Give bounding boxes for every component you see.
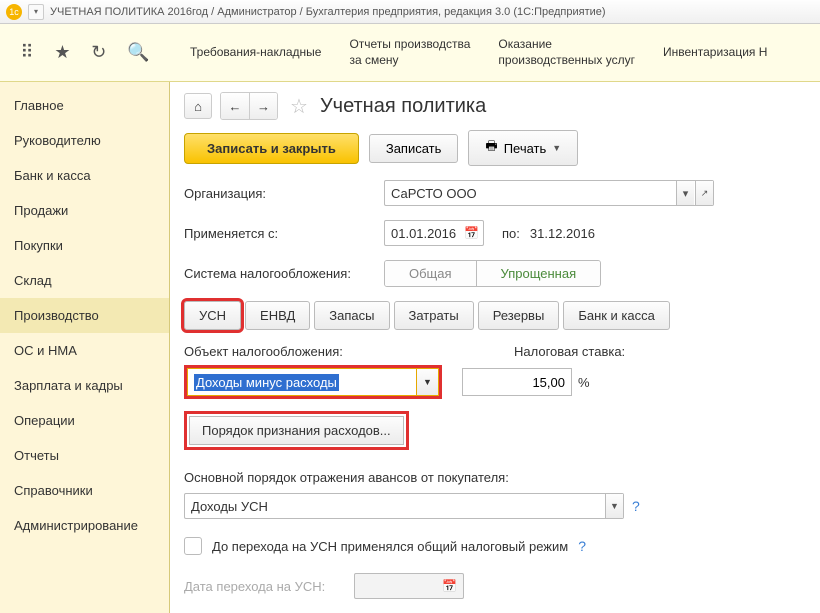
nav-back-forward: ← → — [220, 92, 278, 120]
print-label: Печать — [504, 141, 547, 156]
sidebar-item-assets[interactable]: ОС и НМА — [0, 333, 169, 368]
avans-value: Доходы УСН — [191, 499, 268, 514]
pre-usn-label: До перехода на УСН применялся общий нало… — [212, 539, 568, 554]
tax-object-selected: Доходы минус расходы — [194, 374, 339, 391]
page-title: Учетная политика — [320, 95, 486, 118]
home-button[interactable]: ⌂ — [184, 93, 212, 119]
history-icon[interactable]: ↻ — [91, 42, 106, 63]
org-external-icon[interactable]: ↗ — [695, 181, 713, 205]
action-row: Записать и закрыть Записать 🖶 Печать ▼ — [184, 130, 806, 166]
tax-rate-input[interactable] — [462, 368, 572, 396]
sidebar-item-payroll[interactable]: Зарплата и кадры — [0, 368, 169, 403]
tax-object-value: Доходы минус расходы — [187, 368, 417, 396]
app-icon: 1c — [6, 4, 22, 20]
taxsys-segment: Общая Упрощенная — [384, 260, 601, 287]
tab-row: УСН ЕНВД Запасы Затраты Резервы Банк и к… — [184, 301, 806, 330]
tab-bank[interactable]: Банк и касса — [563, 301, 670, 330]
org-label: Организация: — [184, 186, 374, 201]
trans-date-input: 📅 — [354, 573, 464, 599]
sidebar-item-manager[interactable]: Руководителю — [0, 123, 169, 158]
printer-icon: 🖶 — [485, 137, 497, 159]
calendar-icon-2: 📅 — [442, 579, 457, 593]
favorite-icon[interactable]: ★ — [54, 42, 70, 63]
date-from-input[interactable]: 01.01.2016 📅 — [384, 220, 484, 246]
main-panel: ⌂ ← → ☆ Учетная политика Записать и закр… — [170, 82, 820, 613]
avans-label: Основной порядок отражения авансов от по… — [184, 470, 806, 485]
help-icon[interactable]: ? — [632, 498, 640, 514]
taxsys-simple[interactable]: Упрощенная — [476, 261, 601, 286]
sidebar-item-catalogs[interactable]: Справочники — [0, 473, 169, 508]
link-inventory[interactable]: Инвентаризация Н — [663, 45, 767, 61]
tab-reserves[interactable]: Резервы — [478, 301, 560, 330]
trans-date-label: Дата перехода на УСН: — [184, 579, 344, 594]
date-from-value: 01.01.2016 — [391, 226, 456, 241]
percent-label: % — [578, 375, 590, 390]
sidebar-item-warehouse[interactable]: Склад — [0, 263, 169, 298]
save-button[interactable]: Записать — [369, 134, 459, 163]
tab-stock[interactable]: Запасы — [314, 301, 389, 330]
back-button[interactable]: ← — [221, 93, 249, 119]
search-icon[interactable]: 🔍 — [127, 42, 149, 63]
sidebar-item-main[interactable]: Главное — [0, 88, 169, 123]
link-prod-reports[interactable]: Отчеты производства за смену — [349, 37, 470, 68]
star-icon[interactable]: ☆ — [290, 94, 308, 119]
titlebar-dropdown[interactable]: ▾ — [28, 4, 44, 20]
tax-object-combo[interactable]: Доходы минус расходы ▼ — [184, 365, 442, 399]
apps-icon[interactable]: ⠿ — [20, 42, 33, 63]
sidebar-item-sales[interactable]: Продажи — [0, 193, 169, 228]
tab-envd[interactable]: ЕНВД — [245, 301, 310, 330]
applies-label: Применяется с: — [184, 226, 374, 241]
date-to-value: 31.12.2016 — [530, 226, 595, 241]
sidebar-item-operations[interactable]: Операции — [0, 403, 169, 438]
sidebar-item-production[interactable]: Производство — [0, 298, 169, 333]
chevron-down-icon: ▼ — [552, 143, 561, 153]
link-requirements[interactable]: Требования-накладные — [190, 45, 321, 61]
obj-label: Объект налогообложения: — [184, 344, 474, 359]
sidebar-item-admin[interactable]: Администрирование — [0, 508, 169, 543]
help-icon-2[interactable]: ? — [578, 538, 586, 554]
expense-order-button[interactable]: Порядок признания расходов... — [189, 416, 404, 445]
avans-combo[interactable]: Доходы УСН ▼ — [184, 493, 624, 519]
print-button[interactable]: 🖶 Печать ▼ — [468, 130, 578, 166]
taxsys-common[interactable]: Общая — [385, 261, 476, 286]
org-open-icon[interactable]: ▾ — [676, 181, 694, 205]
sidebar-item-purchases[interactable]: Покупки — [0, 228, 169, 263]
avans-dropdown-icon[interactable]: ▼ — [605, 494, 623, 518]
expense-order-highlight: Порядок признания расходов... — [184, 411, 409, 450]
top-toolbar: ⠿ ★ ↻ 🔍 Требования-накладные Отчеты прои… — [0, 24, 820, 82]
sidebar: Главное Руководителю Банк и касса Продаж… — [0, 82, 170, 613]
tab-costs[interactable]: Затраты — [394, 301, 474, 330]
page-nav: ⌂ ← → ☆ Учетная политика — [184, 92, 806, 120]
calendar-icon[interactable]: 📅 — [464, 226, 479, 240]
taxsys-label: Система налогообложения: — [184, 266, 374, 281]
toolbar-left: ⠿ ★ ↻ 🔍 — [0, 42, 170, 63]
rate-label: Налоговая ставка: — [514, 344, 625, 359]
to-label: по: — [502, 226, 520, 241]
tab-usn[interactable]: УСН — [184, 301, 241, 330]
toolbar-links: Требования-накладные Отчеты производства… — [170, 24, 767, 81]
org-value: СаРСТО ООО — [391, 186, 477, 201]
forward-button[interactable]: → — [249, 93, 277, 119]
sidebar-item-reports[interactable]: Отчеты — [0, 438, 169, 473]
tax-object-dropdown-icon[interactable]: ▼ — [417, 368, 439, 396]
link-prod-services[interactable]: Оказание производственных услуг — [498, 37, 635, 68]
org-combo[interactable]: СаРСТО ООО ▾ ↗ — [384, 180, 714, 206]
sidebar-item-bank[interactable]: Банк и касса — [0, 158, 169, 193]
titlebar: 1c ▾ УЧЕТНАЯ ПОЛИТИКА 2016год / Админист… — [0, 0, 820, 24]
window-title: УЧЕТНАЯ ПОЛИТИКА 2016год / Администратор… — [50, 6, 606, 18]
pre-usn-checkbox[interactable] — [184, 537, 202, 555]
save-close-button[interactable]: Записать и закрыть — [184, 133, 359, 164]
